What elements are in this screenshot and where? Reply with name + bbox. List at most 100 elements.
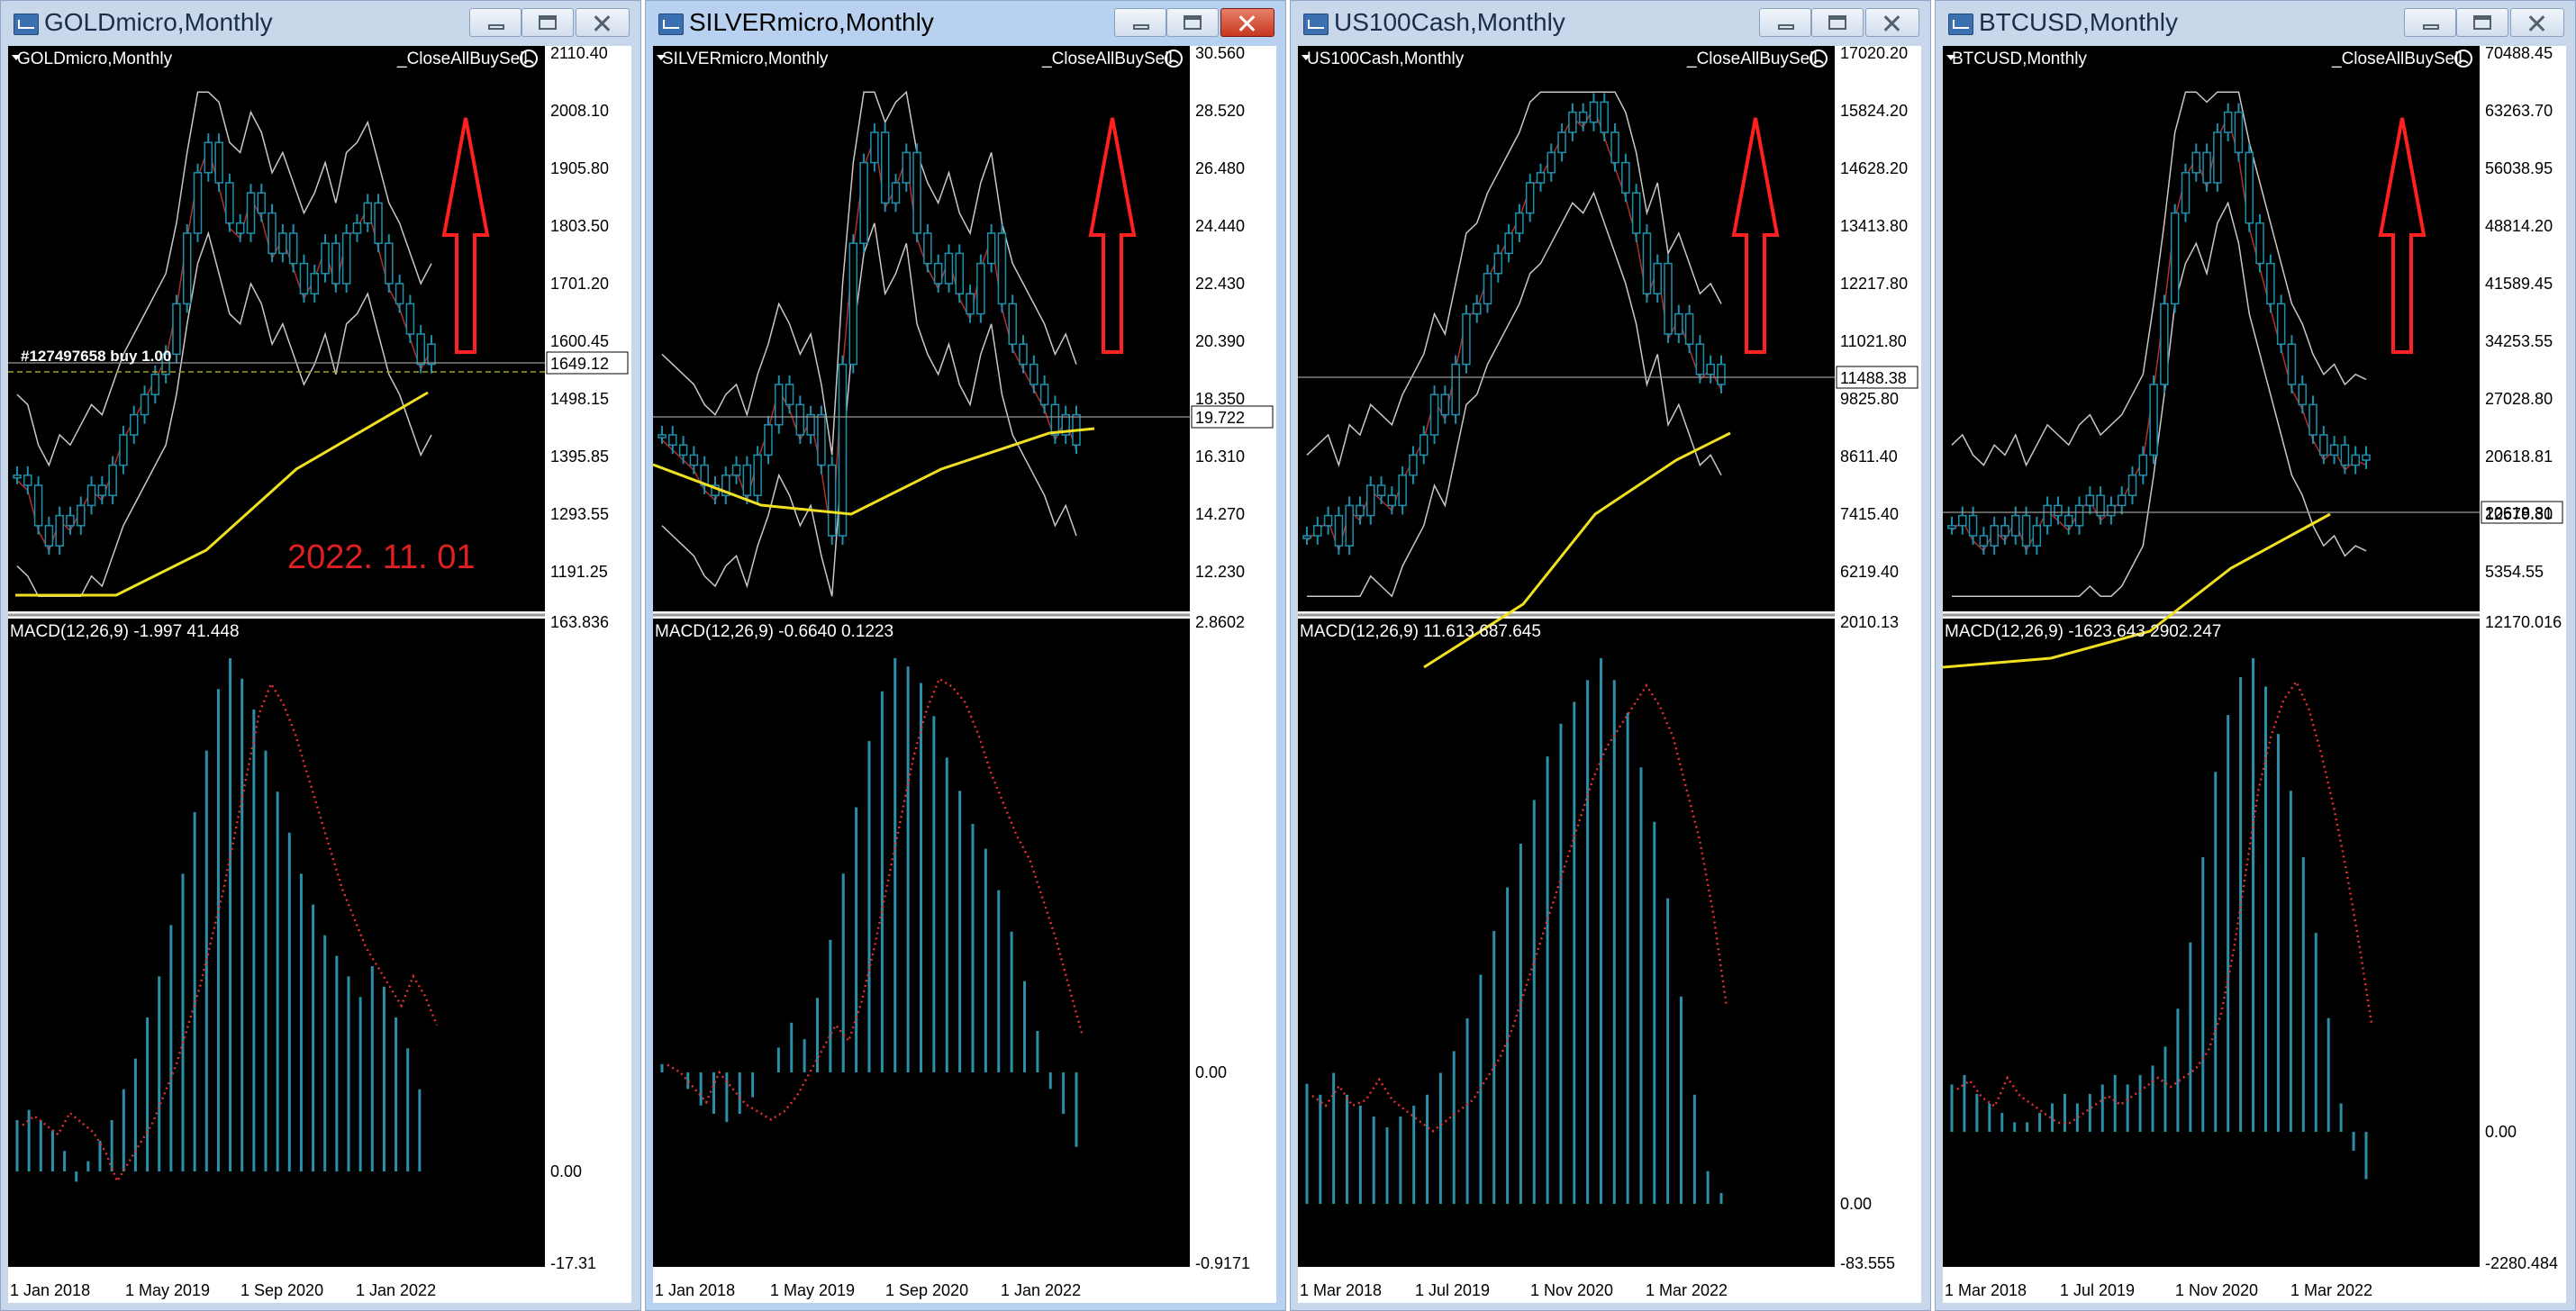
candle bbox=[2287, 343, 2297, 385]
maximize-button[interactable] bbox=[522, 8, 574, 37]
macd-axis-top: 163.836 bbox=[550, 613, 609, 631]
date-tick-label: 1 Mar 2018 bbox=[1945, 1281, 2027, 1299]
window-titlebar[interactable]: SILVERmicro,Monthly bbox=[646, 1, 1285, 46]
price-tick-label: 17020.20 bbox=[1840, 46, 1908, 62]
candle bbox=[1419, 434, 1429, 457]
minimize-button[interactable] bbox=[469, 8, 522, 37]
candle bbox=[1664, 262, 1673, 335]
candle bbox=[2011, 514, 2020, 537]
candle bbox=[55, 514, 64, 547]
macd-axis-bottom: -17.31 bbox=[550, 1254, 596, 1272]
candle bbox=[848, 242, 858, 366]
candle bbox=[13, 475, 22, 479]
candle bbox=[1684, 312, 1694, 345]
candle bbox=[1525, 182, 1535, 214]
symbol-label: SILVERmicro,Monthly bbox=[662, 50, 829, 68]
date-tick-label: 1 Nov 2020 bbox=[2175, 1281, 2258, 1299]
maximize-button[interactable] bbox=[2456, 8, 2508, 37]
candle bbox=[1323, 514, 1333, 527]
price-tick-label: 14628.20 bbox=[1840, 159, 1908, 177]
chart-canvas[interactable]: GOLDmicro,Monthly _CloseAllBuySell 1649.12… bbox=[8, 46, 631, 1303]
candle bbox=[1334, 514, 1344, 547]
candle bbox=[1536, 172, 1546, 184]
candle bbox=[774, 384, 784, 426]
close-button[interactable] bbox=[1220, 8, 1274, 37]
candle bbox=[1440, 393, 1450, 416]
candle bbox=[2107, 504, 2116, 517]
price-tick-label: 5354.55 bbox=[2485, 563, 2544, 581]
candle bbox=[193, 172, 203, 234]
close-button[interactable] bbox=[576, 8, 630, 37]
candle bbox=[986, 232, 996, 265]
chart-window-4[interactable]: BTCUSD,Monthly BTCUSD,Monthly _CloseAllBuy… bbox=[1935, 0, 2576, 1311]
price-tick-label: 48814.20 bbox=[2485, 217, 2553, 235]
macd-pane bbox=[1298, 619, 1835, 1267]
candle bbox=[204, 141, 213, 174]
minimize-button[interactable] bbox=[1759, 8, 1811, 37]
price-tick-label: 12579.30 bbox=[2485, 505, 2553, 523]
chart-canvas[interactable]: US100Cash,Monthly _CloseAllBuySell 11488.3… bbox=[1298, 46, 1921, 1303]
candle bbox=[2362, 454, 2371, 461]
close-button[interactable] bbox=[1865, 8, 1919, 37]
price-tick-label: 1803.50 bbox=[550, 217, 609, 235]
order-label[interactable]: #127497658 buy 1.00 bbox=[21, 348, 171, 365]
candle bbox=[2149, 384, 2158, 457]
candle bbox=[1409, 454, 1418, 476]
chart-canvas[interactable]: SILVERmicro,Monthly _CloseAllBuySell 19.72… bbox=[653, 46, 1276, 1303]
candle bbox=[129, 413, 139, 436]
candle bbox=[1958, 514, 1967, 527]
candle bbox=[2181, 172, 2191, 214]
candle bbox=[2351, 454, 2360, 466]
candle bbox=[2191, 151, 2201, 174]
price-tick-label: 1701.20 bbox=[550, 275, 609, 293]
candle bbox=[785, 384, 794, 406]
maximize-button[interactable] bbox=[1166, 8, 1219, 37]
candle bbox=[405, 303, 415, 335]
price-tick-label: 6219.40 bbox=[1840, 563, 1899, 581]
candle bbox=[658, 434, 667, 439]
minimize-button[interactable] bbox=[1114, 8, 1166, 37]
candle bbox=[1483, 273, 1492, 305]
window-titlebar[interactable]: BTCUSD,Monthly bbox=[1936, 1, 2575, 46]
candle bbox=[1568, 111, 1577, 133]
candle bbox=[246, 192, 256, 234]
minimize-button[interactable] bbox=[2404, 8, 2456, 37]
current-price-label: 1649.12 bbox=[550, 355, 609, 373]
chart-canvas[interactable]: BTCUSD,Monthly _CloseAllBuySell 20618.81 70… bbox=[1943, 46, 2566, 1303]
candle bbox=[2043, 504, 2052, 527]
date-tick-label: 1 May 2019 bbox=[125, 1281, 210, 1299]
price-tick-label: 26.480 bbox=[1195, 159, 1245, 177]
current-price-label: 11488.38 bbox=[1840, 369, 1907, 387]
candle bbox=[1515, 212, 1524, 234]
chart-window-2[interactable]: SILVERmicro,Monthly SILVERmicro,Monthly _C… bbox=[645, 0, 1286, 1311]
candle bbox=[1039, 384, 1049, 406]
candle bbox=[2117, 494, 2127, 507]
window-titlebar[interactable]: US100Cash,Monthly bbox=[1291, 1, 1930, 46]
candle bbox=[817, 413, 826, 466]
macd-axis-zero: 0.00 bbox=[2485, 1123, 2517, 1141]
candle bbox=[2054, 504, 2063, 517]
candle bbox=[1578, 111, 1588, 123]
candle bbox=[182, 232, 192, 305]
candle bbox=[1504, 232, 1513, 255]
price-tick-label: 1905.80 bbox=[550, 159, 609, 177]
chart-window-1[interactable]: GOLDmicro,Monthly GOLDmicro,Monthly _Close… bbox=[0, 0, 641, 1311]
candle bbox=[944, 252, 954, 285]
price-tick-label: 1600.45 bbox=[550, 332, 609, 350]
candle bbox=[86, 484, 96, 507]
chart-window-3[interactable]: US100Cash,Monthly US100Cash,Monthly _Close… bbox=[1290, 0, 1931, 1311]
macd-axis-bottom: -2280.484 bbox=[2485, 1254, 2558, 1272]
candle bbox=[2319, 434, 2328, 457]
date-tick-label: 1 Jan 2022 bbox=[356, 1281, 436, 1299]
maximize-button[interactable] bbox=[1811, 8, 1864, 37]
close-button[interactable] bbox=[2510, 8, 2564, 37]
window-titlebar[interactable]: GOLDmicro,Monthly bbox=[1, 1, 640, 46]
price-tick-label: 27028.80 bbox=[2485, 390, 2553, 408]
macd-label: MACD(12,26,9) -1623.643 2902.247 bbox=[1945, 622, 2221, 641]
candle bbox=[1387, 494, 1397, 507]
candle bbox=[77, 504, 86, 527]
macd-pane bbox=[1943, 619, 2480, 1267]
candle bbox=[2064, 514, 2073, 527]
candle bbox=[2276, 303, 2286, 345]
candle bbox=[795, 403, 805, 436]
